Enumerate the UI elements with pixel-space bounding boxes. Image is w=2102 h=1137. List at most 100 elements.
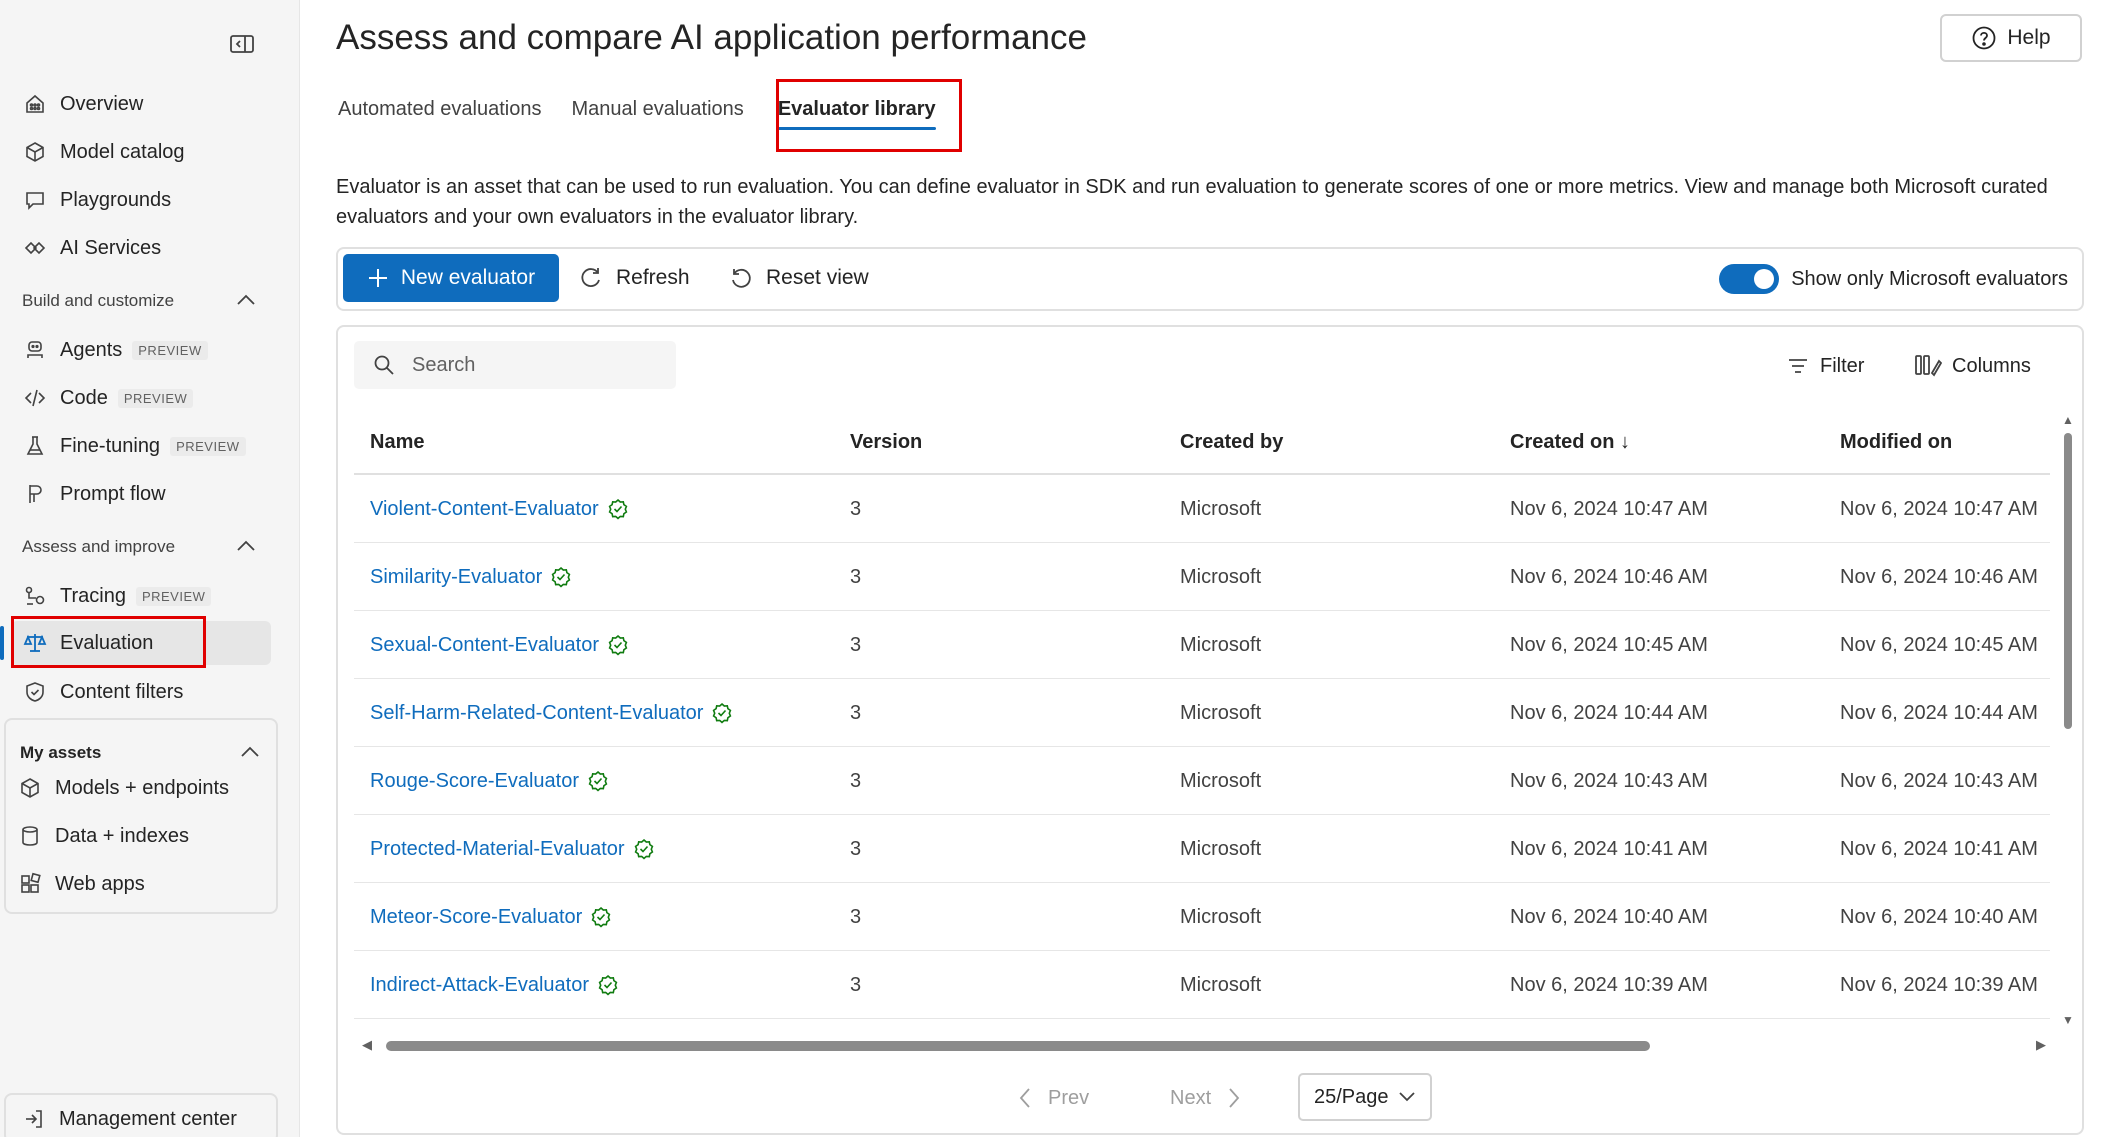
- refresh-icon: [578, 265, 604, 291]
- section-title: Assess and improve: [22, 537, 176, 556]
- sidebar: Overview Model catalog Playgrounds AI Se…: [0, 0, 300, 1137]
- search-input[interactable]: Search: [354, 341, 676, 389]
- scroll-right-arrow-icon[interactable]: ▶: [2036, 1037, 2046, 1053]
- sidebar-item-management-center[interactable]: Management center: [10, 1097, 270, 1137]
- evaluator-name-link[interactable]: Indirect-Attack-Evaluator: [370, 974, 589, 997]
- modified-on-cell: Nov 6, 2024 10:44 AM: [1840, 701, 2038, 724]
- sidebar-item-models-endpoints[interactable]: Models + endpoints: [6, 766, 266, 810]
- reset-icon: [728, 265, 754, 291]
- prev-page-button[interactable]: Prev: [1018, 1081, 1089, 1115]
- evaluator-name-link[interactable]: Rouge-Score-Evaluator: [370, 770, 579, 793]
- section-build-and-customize[interactable]: Build and customize: [22, 286, 256, 316]
- sidebar-item-data-indexes[interactable]: Data + indexes: [6, 814, 266, 858]
- page-size-dropdown[interactable]: 25/Page: [1298, 1073, 1432, 1121]
- column-header-created-by[interactable]: Created by: [1180, 411, 1283, 473]
- sidebar-item-label: AI Services: [60, 236, 162, 259]
- sidebar-item-ai-services[interactable]: AI Services: [11, 226, 271, 270]
- evaluator-table-card: Search Filter Columns Name Version Creat…: [336, 325, 2084, 1135]
- sidebar-item-playgrounds[interactable]: Playgrounds: [11, 178, 271, 222]
- chevron-up-icon: [236, 537, 256, 557]
- modified-on-cell: Nov 6, 2024 10:43 AM: [1840, 769, 2038, 792]
- created-by-cell: Microsoft: [1180, 497, 1262, 520]
- shield-icon: [22, 679, 48, 705]
- chevron-left-icon: [1018, 1087, 1032, 1109]
- collapse-sidebar-icon[interactable]: [228, 32, 256, 56]
- evaluator-name-link[interactable]: Protected-Material-Evaluator: [370, 838, 625, 861]
- column-header-version[interactable]: Version: [850, 411, 922, 473]
- created-by-cell: Microsoft: [1180, 701, 1262, 724]
- table-row[interactable]: Rouge-Score-Evaluator 3 Microsoft Nov 6,…: [354, 747, 2050, 815]
- help-button[interactable]: Help: [1940, 14, 2082, 62]
- sidebar-item-model-catalog[interactable]: Model catalog: [11, 130, 271, 174]
- table-body: Violent-Content-Evaluator 3 Microsoft No…: [354, 475, 2050, 1037]
- table-row[interactable]: Similarity-Evaluator 3 Microsoft Nov 6, …: [354, 543, 2050, 611]
- apps-icon: [17, 871, 43, 897]
- columns-button[interactable]: Columns: [1914, 351, 2031, 381]
- app-root: Overview Model catalog Playgrounds AI Se…: [0, 0, 2102, 1137]
- tracing-icon: [22, 583, 48, 609]
- evaluator-name-link[interactable]: Violent-Content-Evaluator: [370, 498, 599, 521]
- vertical-scroll-thumb[interactable]: [2064, 433, 2072, 729]
- evaluator-name-link[interactable]: Sexual-Content-Evaluator: [370, 634, 599, 657]
- microsoft-evaluators-toggle[interactable]: Show only Microsoft evaluators: [1719, 261, 2068, 297]
- version-cell: 3: [850, 769, 862, 792]
- column-header-name[interactable]: Name: [370, 411, 424, 473]
- sidebar-item-content-filters[interactable]: Content filters: [11, 670, 271, 714]
- preview-badge: PREVIEW: [132, 340, 208, 360]
- tab-automated-evaluations[interactable]: Automated evaluations: [338, 96, 541, 130]
- tab-evaluator-library[interactable]: Evaluator library: [777, 96, 936, 130]
- sidebar-item-web-apps[interactable]: Web apps: [6, 862, 266, 906]
- section-title: Build and customize: [22, 291, 175, 310]
- table-row[interactable]: Sexual-Content-Evaluator 3 Microsoft Nov…: [354, 611, 2050, 679]
- sidebar-item-tracing[interactable]: Tracing PREVIEW: [11, 574, 271, 618]
- sidebar-item-label: Management center: [59, 1107, 237, 1130]
- version-cell: 3: [850, 565, 862, 588]
- created-on-cell: Nov 6, 2024 10:41 AM: [1510, 837, 1708, 860]
- evaluator-name-link[interactable]: Similarity-Evaluator: [370, 566, 542, 589]
- horizontal-scroll-thumb[interactable]: [386, 1041, 1650, 1051]
- created-by-cell: Microsoft: [1180, 837, 1262, 860]
- tab-manual-evaluations[interactable]: Manual evaluations: [571, 96, 743, 130]
- search-icon: [372, 353, 396, 377]
- created-by-cell: Microsoft: [1180, 565, 1262, 588]
- verified-check-icon: [607, 498, 629, 520]
- sidebar-item-label: Web apps: [55, 872, 145, 895]
- sidebar-item-agents[interactable]: Agents PREVIEW: [11, 328, 271, 372]
- version-cell: 3: [850, 837, 862, 860]
- filter-label: Filter: [1820, 354, 1865, 377]
- sidebar-item-fine-tuning[interactable]: Fine-tuning PREVIEW: [11, 424, 271, 468]
- sidebar-item-label: Model catalog: [60, 140, 185, 163]
- sidebar-item-prompt-flow[interactable]: Prompt flow: [11, 472, 271, 516]
- sidebar-item-overview[interactable]: Overview: [11, 82, 271, 126]
- new-evaluator-button[interactable]: New evaluator: [343, 254, 559, 302]
- active-indicator: [0, 626, 4, 660]
- next-page-button[interactable]: Next: [1170, 1081, 1241, 1115]
- table-row[interactable]: Meteor-Score-Evaluator 3 Microsoft Nov 6…: [354, 883, 2050, 951]
- reset-view-button[interactable]: Reset view: [728, 254, 869, 302]
- column-header-modified-on[interactable]: Modified on: [1840, 411, 1952, 473]
- columns-icon: [1914, 353, 1942, 379]
- refresh-button[interactable]: Refresh: [578, 254, 690, 302]
- sidebar-item-evaluation[interactable]: Evaluation: [11, 621, 271, 665]
- section-my-assets[interactable]: My assets: [20, 738, 260, 768]
- scroll-left-arrow-icon[interactable]: ◀: [362, 1037, 372, 1053]
- scroll-up-arrow-icon[interactable]: ▲: [2062, 413, 2074, 427]
- section-assess-and-improve[interactable]: Assess and improve: [22, 532, 256, 562]
- evaluator-name-link[interactable]: Self-Harm-Related-Content-Evaluator: [370, 702, 703, 725]
- table-row[interactable]: Violent-Content-Evaluator 3 Microsoft No…: [354, 475, 2050, 543]
- verified-check-icon: [633, 838, 655, 860]
- sidebar-item-label: Tracing: [60, 584, 126, 607]
- horizontal-scrollbar[interactable]: ◀ ▶: [362, 1037, 2052, 1053]
- table-row[interactable]: Self-Harm-Related-Content-Evaluator 3 Mi…: [354, 679, 2050, 747]
- scroll-down-arrow-icon[interactable]: ▼: [2062, 1013, 2074, 1027]
- column-header-created-on[interactable]: Created on ↓: [1510, 411, 1630, 473]
- sign-in-icon: [21, 1106, 47, 1132]
- created-on-cell: Nov 6, 2024 10:40 AM: [1510, 905, 1708, 928]
- vertical-scrollbar[interactable]: ▲ ▼: [2060, 413, 2074, 1033]
- table-row[interactable]: Protected-Material-Evaluator 3 Microsoft…: [354, 815, 2050, 883]
- sidebar-item-code[interactable]: Code PREVIEW: [11, 376, 271, 420]
- toggle-switch[interactable]: [1719, 264, 1780, 294]
- evaluator-name-link[interactable]: Meteor-Score-Evaluator: [370, 906, 582, 929]
- table-row[interactable]: Indirect-Attack-Evaluator 3 Microsoft No…: [354, 951, 2050, 1019]
- filter-button[interactable]: Filter: [1786, 351, 1864, 381]
